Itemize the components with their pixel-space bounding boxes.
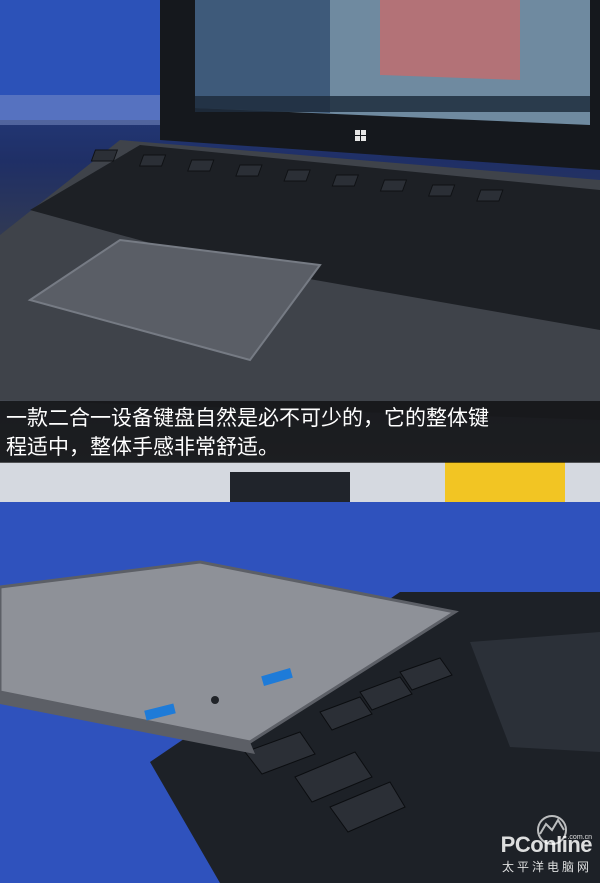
caption-band: 一款二合一设备键盘自然是必不可少的，它的整体键 程适中，整体手感非常舒适。 xyxy=(0,401,600,463)
taskbar xyxy=(195,96,590,112)
watermark-domain: .com.cn xyxy=(567,834,592,841)
watermark-chinese: 太平洋电脑网 xyxy=(501,860,592,874)
laptop-keyboard-illustration xyxy=(0,0,600,420)
pconline-watermark: .com.cn PConline 太平洋电脑网 xyxy=(501,832,593,875)
caption-line-1: 一款二合一设备键盘自然是必不可少的，它的整体键 xyxy=(6,406,489,430)
caption-line-2: 程适中，整体手感非常舒适。 xyxy=(6,435,279,459)
tablet-dock-illustration xyxy=(0,462,600,883)
audio-jack-icon xyxy=(211,696,219,704)
top-photo xyxy=(0,0,600,462)
bottom-photo: .com.cn PConline 太平洋电脑网 xyxy=(0,462,600,883)
